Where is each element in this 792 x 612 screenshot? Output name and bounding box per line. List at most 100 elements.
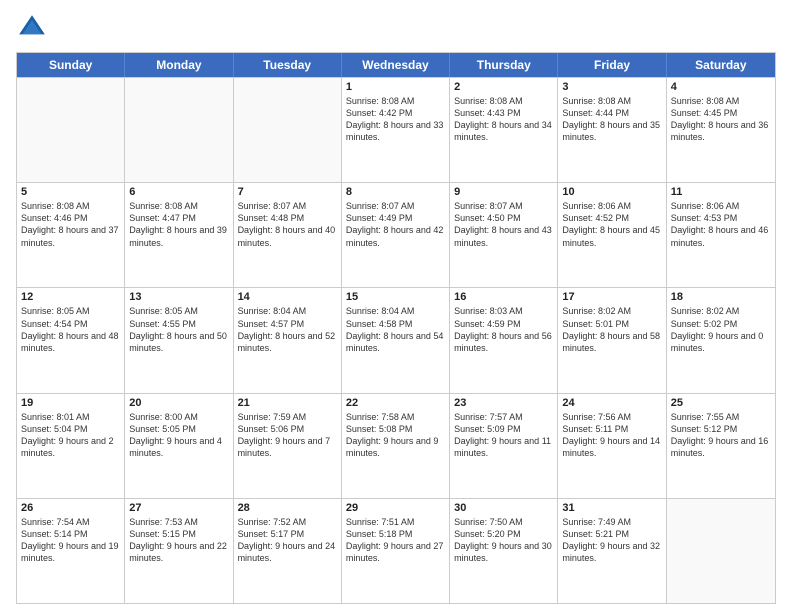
day-number: 1 [346,81,445,93]
day-info: Sunrise: 7:54 AMSunset: 5:14 PMDaylight:… [21,516,120,565]
day-cell-16: 16Sunrise: 8:03 AMSunset: 4:59 PMDayligh… [450,288,558,392]
calendar: SundayMondayTuesdayWednesdayThursdayFrid… [16,52,776,604]
day-header-wednesday: Wednesday [342,53,450,77]
day-number: 22 [346,397,445,409]
day-info: Sunrise: 8:08 AMSunset: 4:47 PMDaylight:… [129,200,228,249]
day-info: Sunrise: 7:53 AMSunset: 5:15 PMDaylight:… [129,516,228,565]
calendar-header: SundayMondayTuesdayWednesdayThursdayFrid… [17,53,775,77]
day-number: 27 [129,502,228,514]
day-info: Sunrise: 8:07 AMSunset: 4:50 PMDaylight:… [454,200,553,249]
day-number: 26 [21,502,120,514]
day-info: Sunrise: 7:59 AMSunset: 5:06 PMDaylight:… [238,411,337,460]
day-number: 29 [346,502,445,514]
day-info: Sunrise: 7:49 AMSunset: 5:21 PMDaylight:… [562,516,661,565]
day-cell-11: 11Sunrise: 8:06 AMSunset: 4:53 PMDayligh… [667,183,775,287]
empty-cell [125,78,233,182]
day-number: 4 [671,81,771,93]
day-header-tuesday: Tuesday [234,53,342,77]
day-cell-18: 18Sunrise: 8:02 AMSunset: 5:02 PMDayligh… [667,288,775,392]
day-info: Sunrise: 8:07 AMSunset: 4:48 PMDaylight:… [238,200,337,249]
day-number: 5 [21,186,120,198]
day-cell-6: 6 Sunrise: 8:08 AMSunset: 4:47 PMDaylight… [125,183,233,287]
day-cell-2: 2 Sunrise: 8:08 AMSunset: 4:43 PMDaylight… [450,78,558,182]
day-cell-31: 31 Sunrise: 7:49 AMSunset: 5:21 PMDayligh… [558,499,666,603]
day-cell-25: 25 Sunrise: 7:55 AMSunset: 5:12 PMDayligh… [667,394,775,498]
day-info: Sunrise: 7:50 AMSunset: 5:20 PMDaylight:… [454,516,553,565]
day-number: 7 [238,186,337,198]
day-number: 13 [129,291,228,303]
day-number: 30 [454,502,553,514]
day-number: 6 [129,186,228,198]
day-number: 2 [454,81,553,93]
day-cell-14: 14Sunrise: 8:04 AMSunset: 4:57 PMDayligh… [234,288,342,392]
day-header-friday: Friday [558,53,666,77]
day-info: Sunrise: 8:05 AMSunset: 4:55 PMDaylight:… [129,305,228,354]
day-info: Sunrise: 8:08 AMSunset: 4:43 PMDaylight:… [454,95,553,144]
day-info: Sunrise: 7:56 AMSunset: 5:11 PMDaylight:… [562,411,661,460]
day-info: Sunrise: 7:52 AMSunset: 5:17 PMDaylight:… [238,516,337,565]
day-cell-19: 19 Sunrise: 8:01 AMSunset: 5:04 PMDayligh… [17,394,125,498]
day-cell-24: 24 Sunrise: 7:56 AMSunset: 5:11 PMDayligh… [558,394,666,498]
day-cell-5: 5 Sunrise: 8:08 AMSunset: 4:46 PMDaylight… [17,183,125,287]
day-cell-17: 17 Sunrise: 8:02 AMSunset: 5:01 PMDayligh… [558,288,666,392]
day-cell-22: 22 Sunrise: 7:58 AMSunset: 5:08 PMDayligh… [342,394,450,498]
empty-cell [17,78,125,182]
calendar-row-1: 1Sunrise: 8:08 AMSunset: 4:42 PMDaylight… [17,77,775,182]
calendar-row-2: 5 Sunrise: 8:08 AMSunset: 4:46 PMDaylight… [17,182,775,287]
day-info: Sunrise: 8:08 AMSunset: 4:46 PMDaylight:… [21,200,120,249]
day-header-thursday: Thursday [450,53,558,77]
day-cell-23: 23Sunrise: 7:57 AMSunset: 5:09 PMDayligh… [450,394,558,498]
empty-cell [667,499,775,603]
day-cell-8: 8 Sunrise: 8:07 AMSunset: 4:49 PMDaylight… [342,183,450,287]
day-number: 19 [21,397,120,409]
day-number: 3 [562,81,661,93]
day-number: 20 [129,397,228,409]
day-cell-3: 3 Sunrise: 8:08 AMSunset: 4:44 PMDaylight… [558,78,666,182]
day-info: Sunrise: 8:02 AMSunset: 5:02 PMDaylight:… [671,305,771,354]
day-cell-29: 29Sunrise: 7:51 AMSunset: 5:18 PMDayligh… [342,499,450,603]
day-cell-26: 26 Sunrise: 7:54 AMSunset: 5:14 PMDayligh… [17,499,125,603]
day-cell-21: 21 Sunrise: 7:59 AMSunset: 5:06 PMDayligh… [234,394,342,498]
day-info: Sunrise: 8:08 AMSunset: 4:44 PMDaylight:… [562,95,661,144]
day-info: Sunrise: 8:05 AMSunset: 4:54 PMDaylight:… [21,305,120,354]
day-number: 21 [238,397,337,409]
day-header-monday: Monday [125,53,233,77]
day-info: Sunrise: 8:06 AMSunset: 4:52 PMDaylight:… [562,200,661,249]
day-number: 16 [454,291,553,303]
day-info: Sunrise: 7:58 AMSunset: 5:08 PMDaylight:… [346,411,445,460]
day-number: 10 [562,186,661,198]
day-number: 31 [562,502,661,514]
day-cell-1: 1Sunrise: 8:08 AMSunset: 4:42 PMDaylight… [342,78,450,182]
day-cell-15: 15Sunrise: 8:04 AMSunset: 4:58 PMDayligh… [342,288,450,392]
day-info: Sunrise: 8:01 AMSunset: 5:04 PMDaylight:… [21,411,120,460]
day-info: Sunrise: 8:08 AMSunset: 4:45 PMDaylight:… [671,95,771,144]
day-header-sunday: Sunday [17,53,125,77]
day-info: Sunrise: 8:02 AMSunset: 5:01 PMDaylight:… [562,305,661,354]
page-container: SundayMondayTuesdayWednesdayThursdayFrid… [0,0,792,612]
day-number: 9 [454,186,553,198]
day-info: Sunrise: 8:00 AMSunset: 5:05 PMDaylight:… [129,411,228,460]
day-info: Sunrise: 7:57 AMSunset: 5:09 PMDaylight:… [454,411,553,460]
day-number: 8 [346,186,445,198]
day-info: Sunrise: 8:06 AMSunset: 4:53 PMDaylight:… [671,200,771,249]
calendar-body: 1Sunrise: 8:08 AMSunset: 4:42 PMDaylight… [17,77,775,603]
day-number: 17 [562,291,661,303]
day-cell-7: 7 Sunrise: 8:07 AMSunset: 4:48 PMDaylight… [234,183,342,287]
logo [16,12,52,44]
day-cell-12: 12 Sunrise: 8:05 AMSunset: 4:54 PMDayligh… [17,288,125,392]
day-info: Sunrise: 8:04 AMSunset: 4:57 PMDaylight:… [238,305,337,354]
empty-cell [234,78,342,182]
day-info: Sunrise: 8:07 AMSunset: 4:49 PMDaylight:… [346,200,445,249]
day-cell-30: 30 Sunrise: 7:50 AMSunset: 5:20 PMDayligh… [450,499,558,603]
day-cell-9: 9 Sunrise: 8:07 AMSunset: 4:50 PMDaylight… [450,183,558,287]
day-info: Sunrise: 7:55 AMSunset: 5:12 PMDaylight:… [671,411,771,460]
day-cell-28: 28Sunrise: 7:52 AMSunset: 5:17 PMDayligh… [234,499,342,603]
day-header-saturday: Saturday [667,53,775,77]
day-number: 12 [21,291,120,303]
day-number: 24 [562,397,661,409]
calendar-row-5: 26 Sunrise: 7:54 AMSunset: 5:14 PMDayligh… [17,498,775,603]
calendar-row-3: 12 Sunrise: 8:05 AMSunset: 4:54 PMDayligh… [17,287,775,392]
day-number: 15 [346,291,445,303]
day-cell-10: 10 Sunrise: 8:06 AMSunset: 4:52 PMDayligh… [558,183,666,287]
day-number: 25 [671,397,771,409]
